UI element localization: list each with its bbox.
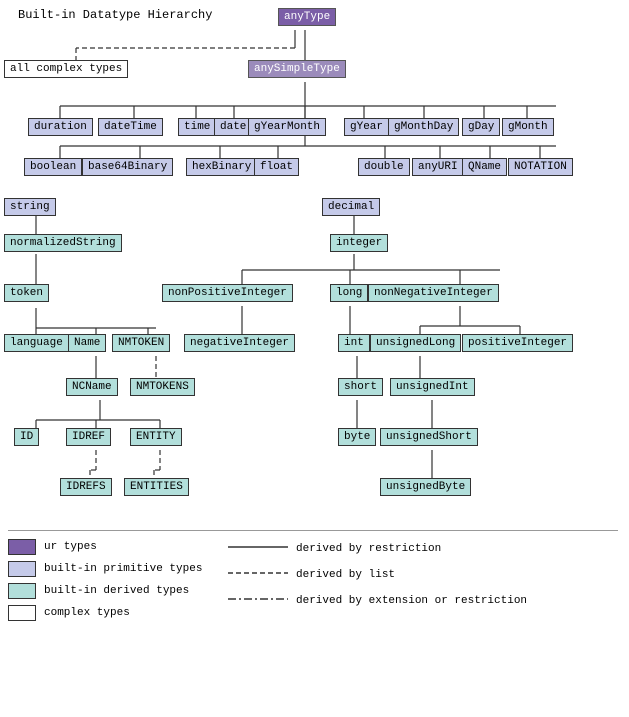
node-float: float	[254, 158, 299, 176]
node-string: string	[4, 198, 56, 216]
legend-derived: built-in derived types	[8, 583, 208, 599]
node-negativeInteger: negativeInteger	[184, 334, 295, 352]
legend-label-derived: built-in derived types	[44, 585, 189, 597]
node-dateTime: dateTime	[98, 118, 163, 136]
legend: ur types built-in primitive types built-…	[8, 530, 618, 627]
node-NOTATION: NOTATION	[508, 158, 573, 176]
node-gMonth: gMonth	[502, 118, 554, 136]
legend-box-derived	[8, 583, 36, 599]
node-anyType: anyType	[278, 8, 336, 26]
node-double: double	[358, 158, 410, 176]
legend-label-restriction: derived by restriction	[296, 543, 441, 555]
node-normalizedString: normalizedString	[4, 234, 122, 252]
node-gDay: gDay	[462, 118, 500, 136]
node-int: int	[338, 334, 370, 352]
node-QName: QName	[462, 158, 507, 176]
node-byte: byte	[338, 428, 376, 446]
node-token: token	[4, 284, 49, 302]
legend-label-extension: derived by extension or restriction	[296, 595, 527, 607]
node-integer: integer	[330, 234, 388, 252]
node-date: date	[214, 118, 252, 136]
node-NCName: NCName	[66, 378, 118, 396]
node-gMonthDay: gMonthDay	[388, 118, 459, 136]
node-long: long	[330, 284, 368, 302]
node-ID: ID	[14, 428, 39, 446]
node-Name: Name	[68, 334, 106, 352]
node-unsignedInt: unsignedInt	[390, 378, 475, 396]
node-decimal: decimal	[322, 198, 380, 216]
node-NMTOKEN: NMTOKEN	[112, 334, 170, 352]
legend-box-complex	[8, 605, 36, 621]
node-ENTITY: ENTITY	[130, 428, 182, 446]
node-IDREF: IDREF	[66, 428, 111, 446]
legend-label-primitive: built-in primitive types	[44, 563, 202, 575]
legend-ur: ur types	[8, 539, 208, 555]
node-boolean: boolean	[24, 158, 82, 176]
node-gYearMonth: gYearMonth	[248, 118, 326, 136]
node-NMTOKENS: NMTOKENS	[130, 378, 195, 396]
node-complex-types: all complex types	[4, 60, 128, 78]
node-unsignedLong: unsignedLong	[370, 334, 461, 352]
legend-label-complex: complex types	[44, 607, 130, 619]
legend-types: ur types built-in primitive types built-…	[8, 539, 208, 627]
legend-complex: complex types	[8, 605, 208, 621]
node-anyURI: anyURI	[412, 158, 464, 176]
legend-label-list: derived by list	[296, 569, 395, 581]
node-base64Binary: base64Binary	[82, 158, 173, 176]
legend-line-dashed	[228, 565, 288, 585]
legend-box-ur	[8, 539, 36, 555]
legend-line-dashdot	[228, 591, 288, 611]
node-IDREFS: IDREFS	[60, 478, 112, 496]
legend-box-primitive	[8, 561, 36, 577]
diagram-container: Built-in Datatype Hierarchy	[0, 0, 629, 34]
node-nonNegativeInteger: nonNegativeInteger	[368, 284, 499, 302]
node-duration: duration	[28, 118, 93, 136]
node-ENTITIES: ENTITIES	[124, 478, 189, 496]
legend-line-list: derived by list	[228, 565, 618, 585]
legend-line-restriction: derived by restriction	[228, 539, 618, 559]
node-short: short	[338, 378, 383, 396]
node-nonPositiveInteger: nonPositiveInteger	[162, 284, 293, 302]
node-unsignedByte: unsignedByte	[380, 478, 471, 496]
legend-line-solid	[228, 539, 288, 559]
legend-line-extension: derived by extension or restriction	[228, 591, 618, 611]
node-hexBinary: hexBinary	[186, 158, 257, 176]
node-anySimpleType: anySimpleType	[248, 60, 346, 78]
node-positiveInteger: positiveInteger	[462, 334, 573, 352]
legend-lines: derived by restriction derived by list d…	[228, 539, 618, 627]
node-time: time	[178, 118, 216, 136]
legend-primitive: built-in primitive types	[8, 561, 208, 577]
node-language: language	[4, 334, 69, 352]
legend-label-ur: ur types	[44, 541, 97, 553]
node-unsignedShort: unsignedShort	[380, 428, 478, 446]
hierarchy-lines	[0, 0, 629, 560]
node-gYear: gYear	[344, 118, 389, 136]
